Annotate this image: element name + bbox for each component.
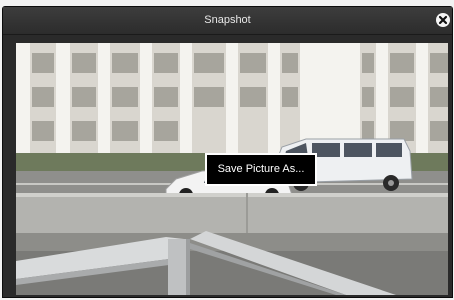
snapshot-dialog: Snapshot Save Picture As... bbox=[2, 6, 453, 298]
context-menu: Save Picture As... bbox=[205, 153, 317, 186]
snapshot-image[interactable]: Save Picture As... bbox=[16, 43, 448, 295]
dialog-titlebar[interactable]: Snapshot bbox=[3, 7, 452, 35]
save-picture-as-menu-item[interactable]: Save Picture As... bbox=[207, 155, 315, 184]
dialog-title: Snapshot bbox=[204, 14, 251, 26]
close-icon[interactable] bbox=[436, 13, 450, 27]
